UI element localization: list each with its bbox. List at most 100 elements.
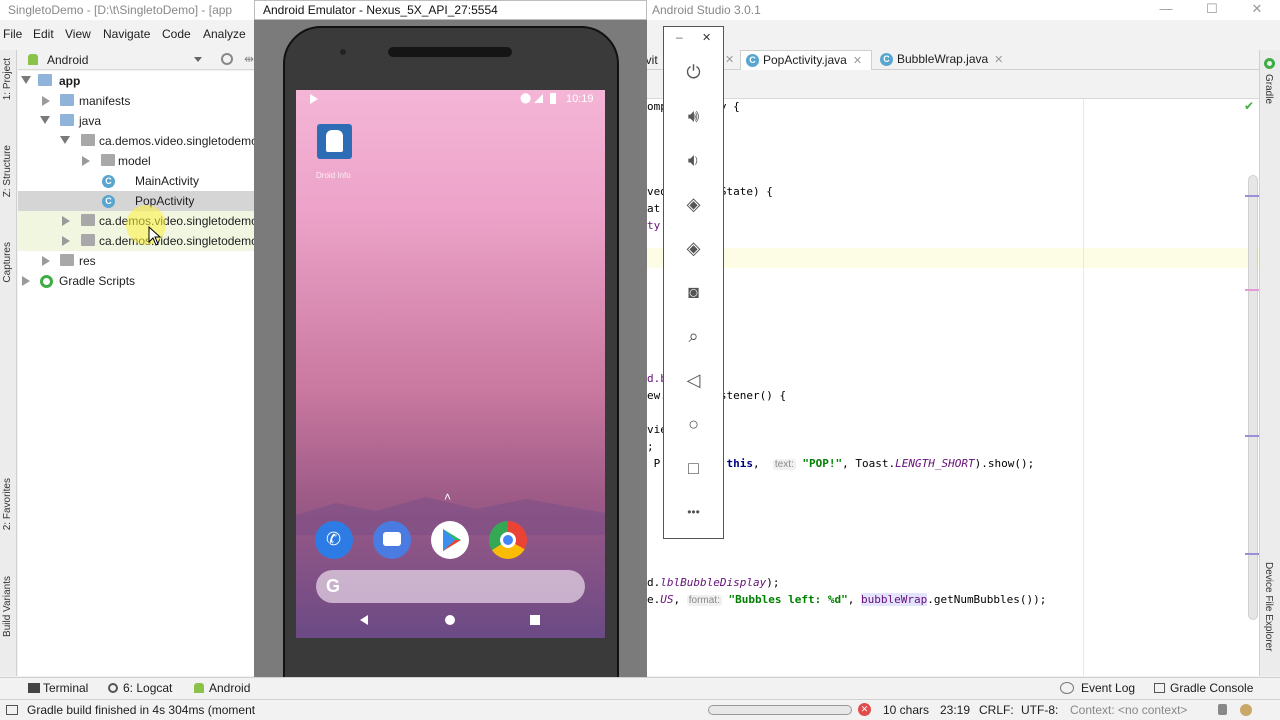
error-icon[interactable]: ✕	[858, 703, 871, 716]
tree-item-res[interactable]: res	[18, 251, 255, 271]
tab-popactivity[interactable]: C PopActivity.java ✕	[740, 50, 872, 70]
expand-arrow-icon[interactable]	[62, 216, 70, 226]
expand-arrow-icon[interactable]	[40, 116, 50, 124]
chrome-app-icon[interactable]	[489, 521, 527, 559]
rotate-left-icon[interactable]: ◈	[664, 189, 723, 219]
volume-up-icon[interactable]: 🔊︎	[664, 101, 723, 131]
expand-arrow-icon[interactable]	[22, 276, 30, 286]
expand-arrow-icon[interactable]	[21, 76, 31, 84]
google-search-bar[interactable]: G	[316, 570, 585, 603]
menu-analyze[interactable]: Analyze	[203, 27, 246, 41]
rotate-right-icon[interactable]: ◈	[664, 233, 723, 263]
nav-back-icon[interactable]	[360, 615, 368, 625]
code-token: lblBubbleDisplay	[660, 576, 767, 589]
tab-close-icon[interactable]: ✕	[853, 55, 862, 67]
play-store-app-icon[interactable]	[431, 521, 469, 559]
expand-arrow-icon[interactable]	[60, 136, 70, 144]
terminal-tab[interactable]: Terminal	[43, 681, 88, 695]
nav-home-icon[interactable]	[445, 615, 455, 625]
lock-icon[interactable]	[1218, 704, 1227, 715]
tree-item-manifests[interactable]: manifests	[18, 91, 255, 111]
gradle-icon	[1264, 58, 1275, 69]
battery-icon	[550, 93, 556, 104]
tab-gradle[interactable]: Gradle	[1263, 74, 1274, 104]
tab-captures[interactable]: Captures	[2, 242, 13, 283]
menu-edit[interactable]: Edit	[33, 27, 54, 41]
tree-item-java[interactable]: java	[18, 111, 255, 131]
tab-close-icon[interactable]: ✕	[994, 54, 1003, 66]
tree-item-package-main[interactable]: ca.demos.video.singletodemo	[18, 131, 258, 151]
android-icon	[28, 54, 38, 65]
tab-project[interactable]: 1: Project	[2, 58, 13, 100]
toolbar-minimize-button[interactable]: –	[676, 30, 683, 44]
back-icon[interactable]: ◁	[664, 365, 723, 395]
event-log-icon	[1060, 682, 1074, 694]
class-icon: C	[746, 54, 759, 67]
phone-glyph: ✆	[326, 529, 342, 549]
front-camera	[340, 49, 346, 55]
scroll-marker	[1245, 553, 1259, 555]
tab-bubblewrap[interactable]: C BubbleWrap.java ✕	[875, 50, 1011, 70]
android-robot-icon	[326, 130, 343, 152]
home-icon[interactable]: ○	[664, 409, 723, 439]
chevron-down-icon[interactable]	[194, 57, 202, 62]
selection-chars: 10 chars	[883, 703, 930, 717]
line-separator[interactable]: CRLF:	[979, 703, 1014, 717]
tree-item-model[interactable]: model	[18, 151, 255, 171]
volume-down-icon[interactable]: 🔉︎	[664, 145, 723, 175]
menu-navigate[interactable]: Navigate	[103, 27, 150, 41]
file-encoding[interactable]: UTF-8:	[1021, 703, 1058, 717]
phone-app-icon[interactable]: ✆	[315, 521, 353, 559]
gradle-console-tab[interactable]: Gradle Console	[1170, 681, 1253, 695]
droid-info-app-icon[interactable]	[317, 124, 352, 159]
expand-arrow-icon[interactable]	[82, 156, 90, 166]
expand-arrow-icon[interactable]	[42, 96, 50, 106]
tab-structure[interactable]: Z: Structure	[2, 145, 13, 197]
tab-close-icon[interactable]: ✕	[725, 53, 734, 66]
maximize-button[interactable]: ☐	[1189, 0, 1235, 20]
sync-icon[interactable]	[221, 53, 233, 65]
tree-item-mainactivity[interactable]: C MainActivity	[18, 171, 255, 191]
progress-bar	[708, 705, 852, 715]
more-icon[interactable]: •••	[664, 497, 723, 527]
tree-item-gradle-scripts[interactable]: Gradle Scripts	[18, 271, 255, 291]
nav-recents-icon[interactable]	[530, 615, 540, 625]
location-icon: ⬤	[520, 93, 532, 104]
logcat-tab[interactable]: 6: Logcat	[123, 681, 172, 695]
camera-icon[interactable]: ◙	[664, 277, 723, 307]
settings-icon[interactable]: ⇹	[244, 52, 254, 66]
zoom-icon[interactable]: ⌕	[664, 321, 723, 351]
class-icon: C	[102, 195, 115, 208]
tab-build-variants[interactable]: Build Variants	[2, 576, 13, 637]
cursor-position[interactable]: 23:19	[940, 703, 970, 717]
panel-toggle-icon[interactable]	[6, 705, 18, 715]
messages-app-icon[interactable]	[373, 521, 411, 559]
app-drawer-caret-icon[interactable]: ˄	[444, 490, 451, 504]
app-label: Droid Info	[316, 171, 351, 180]
event-log-tab[interactable]: Event Log	[1081, 681, 1135, 695]
code-line-display: d.lblBubbleDisplay);	[647, 576, 779, 589]
power-icon[interactable]: ⏻	[664, 57, 723, 87]
menu-code[interactable]: Code	[162, 27, 191, 41]
code-token: US	[660, 593, 674, 606]
close-window-button[interactable]: ✕	[1234, 0, 1280, 20]
param-hint: format:	[686, 595, 722, 606]
android-tab[interactable]: Android	[209, 681, 250, 695]
menu-view[interactable]: View	[65, 27, 91, 41]
tab-favorites[interactable]: 2: Favorites	[2, 478, 13, 530]
toolbar-close-button[interactable]: ✕	[702, 31, 711, 44]
tree-item-app[interactable]: app	[18, 71, 255, 91]
expand-arrow-icon[interactable]	[62, 236, 70, 246]
code-token: );	[766, 576, 780, 589]
code-token: ,	[752, 457, 760, 470]
code-line: at	[647, 202, 661, 215]
expand-arrow-icon[interactable]	[42, 256, 50, 266]
hector-icon[interactable]	[1240, 704, 1252, 716]
minimize-button[interactable]: —	[1143, 0, 1189, 20]
tab-device-file-explorer[interactable]: Device File Explorer	[1263, 562, 1274, 651]
code-token: .getNumBubbles());	[927, 593, 1047, 606]
project-view-selector[interactable]: Android	[47, 53, 88, 67]
emulator-toolbar: – ✕ ⏻ 🔊︎ 🔉︎ ◈ ◈ ◙ ⌕ ◁ ○ □ •••	[663, 26, 724, 539]
menu-file[interactable]: File	[3, 27, 22, 41]
overview-icon[interactable]: □	[664, 453, 723, 483]
